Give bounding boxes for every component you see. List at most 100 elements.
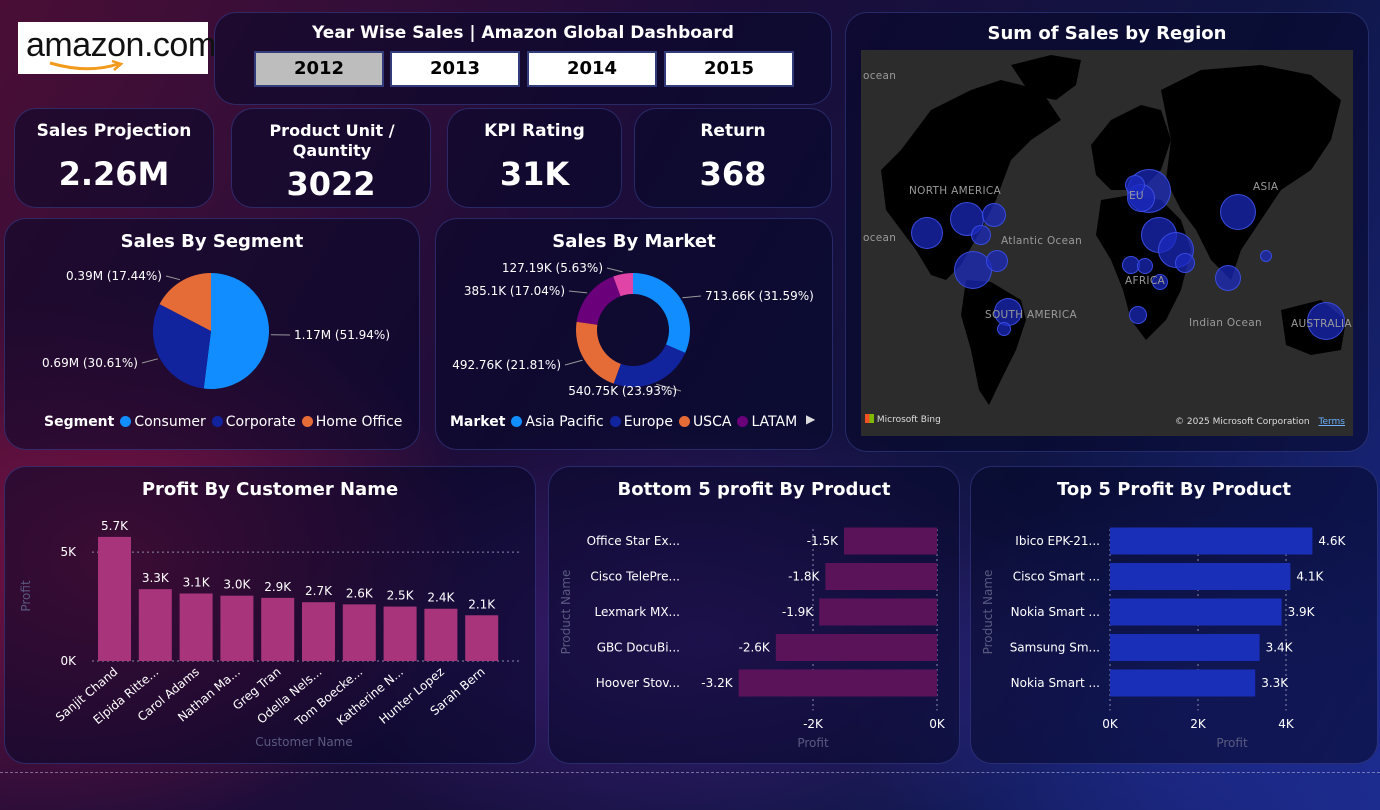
map-label: EU <box>1129 190 1144 202</box>
top5-bar-chart[interactable]: 0K 2K 4K Ibico EPK-21... 4.6K Cisco Smart ...… <box>970 466 1378 764</box>
donut-slice <box>613 344 686 387</box>
bar <box>342 604 376 661</box>
copyright-text: © 2025 Microsoft Corporation <box>1175 417 1310 427</box>
data-label: -2.6K <box>739 641 771 655</box>
amazon-logo: amazon.com <box>18 22 216 74</box>
x-tick-label: 0K <box>929 717 946 731</box>
sales-bubble[interactable] <box>1220 194 1256 230</box>
legend-item[interactable]: Europe <box>624 414 673 430</box>
bar <box>220 595 254 661</box>
sales-bubble[interactable] <box>1215 265 1241 291</box>
legend-item[interactable]: LATAM <box>751 414 797 430</box>
y-tick-label: Hoover Stov... <box>596 676 680 690</box>
data-label: -3.2K <box>701 676 733 690</box>
y-tick-label: GBC DocuBi... <box>597 641 680 655</box>
sales-bubble[interactable] <box>911 217 943 249</box>
legend-dot <box>120 416 132 427</box>
year-button-2013[interactable]: 2013 <box>390 51 520 87</box>
legend-title: Segment <box>44 414 115 430</box>
y-tick-label: Lexmark MX... <box>594 605 680 619</box>
bar <box>302 602 335 661</box>
data-label: 3.1K <box>183 576 211 590</box>
kpi-title: KPI Rating <box>484 121 585 141</box>
bottom5-bar-chart[interactable]: -2K 0K Office Star Ex... -1.5K Cisco TelePre… <box>548 466 960 764</box>
bar <box>138 589 172 661</box>
sales-bubble[interactable] <box>986 250 1008 272</box>
x-tick-label: 0K <box>1102 717 1119 731</box>
legend-item[interactable]: Home Office <box>316 414 403 430</box>
customer-bar-chart[interactable]: 0K5K5.7KSanjit Chand3.3KElpida Ritte...3… <box>4 466 536 764</box>
year-button-2015[interactable]: 2015 <box>664 51 794 87</box>
map-label: Atlantic Ocean <box>1001 235 1083 247</box>
map-label: AFRICA <box>1125 275 1165 287</box>
y-tick-label: Nokia Smart ... <box>1011 676 1100 690</box>
bar <box>424 608 458 661</box>
logo-smile-icon <box>49 60 124 71</box>
data-label: 540.75K (23.93%) <box>568 384 677 398</box>
year-button-2014[interactable]: 2014 <box>527 51 657 87</box>
sales-bubble[interactable] <box>1137 258 1153 274</box>
bing-text: Microsoft Bing <box>876 415 941 425</box>
market-legend: Market Asia Pacific Europe USCA LATAM <box>450 414 797 430</box>
legend-dot <box>211 416 223 427</box>
legend-dot <box>678 416 690 427</box>
sales-bubble[interactable] <box>1260 250 1272 262</box>
sales-bubble[interactable] <box>971 225 991 245</box>
data-label: 127.19K (5.63%) <box>502 261 603 275</box>
data-label: -1.8K <box>788 570 820 584</box>
x-axis-title: Profit <box>1216 736 1248 750</box>
legend-next-icon[interactable]: ▶ <box>806 412 815 426</box>
y-tick-label: Nokia Smart ... <box>1011 605 1100 619</box>
map-label: ocean <box>863 70 897 82</box>
year-button-2012[interactable]: 2012 <box>254 51 384 87</box>
donut-slice <box>576 276 621 325</box>
data-label: -1.5K <box>807 534 839 548</box>
data-label: -1.9K <box>782 605 814 619</box>
world-map[interactable]: NORTH AMERICA ASIA Atlantic Ocean SOUTH … <box>861 50 1353 436</box>
leader-line <box>682 295 702 299</box>
bar <box>819 598 937 626</box>
data-label: 3.4K <box>1266 641 1294 655</box>
legend-item[interactable]: Corporate <box>226 414 296 430</box>
map-title: Sum of Sales by Region <box>987 23 1227 44</box>
bar <box>261 597 295 661</box>
y-axis-title: Product Name <box>559 570 573 655</box>
terms-link[interactable]: Terms <box>1318 417 1345 427</box>
legend-title: Market <box>450 414 506 430</box>
bar <box>844 527 937 555</box>
data-label: 492.76K (21.81%) <box>452 358 561 372</box>
y-tick-label: Cisco TelePre... <box>590 570 680 584</box>
data-label: 385.1K (17.04%) <box>464 284 565 298</box>
kpi-card-sales-projection: Sales Projection 2.26M <box>14 108 214 208</box>
bar <box>179 593 213 661</box>
data-label: 2.4K <box>427 591 455 605</box>
kpi-title: Return <box>700 121 766 141</box>
data-label: 2.6K <box>346 586 374 600</box>
bing-logo: Microsoft Bing <box>865 414 941 425</box>
legend-item[interactable]: Asia Pacific <box>525 414 603 430</box>
x-tick-label: 2K <box>1190 717 1207 731</box>
data-label: 0.69M (30.61%) <box>42 356 138 370</box>
legend-dot <box>511 416 523 427</box>
sales-bubble[interactable] <box>1175 253 1195 273</box>
bar <box>98 536 131 661</box>
kpi-card-product-units: Product Unit / Qauntity 3022 <box>231 108 431 208</box>
donut-slice <box>633 273 690 353</box>
kpi-title: Sales Projection <box>36 121 192 141</box>
y-tick-label: Samsung Sm... <box>1010 641 1100 655</box>
y-tick-label: 5K <box>60 545 77 559</box>
bar <box>1110 669 1256 697</box>
donut-slice <box>576 321 621 384</box>
legend-dot <box>737 416 749 427</box>
pie-slice <box>203 273 269 389</box>
x-axis-title: Profit <box>797 736 829 750</box>
map-label: AUSTRALIA <box>1291 318 1352 330</box>
sales-bubble[interactable] <box>997 322 1011 336</box>
bar <box>1110 563 1291 590</box>
legend-item[interactable]: Consumer <box>134 414 205 430</box>
bar <box>775 634 937 661</box>
legend-item[interactable]: USCA <box>693 414 732 430</box>
sales-bubble[interactable] <box>982 203 1006 227</box>
sales-bubble[interactable] <box>1129 306 1147 324</box>
leader-line <box>564 359 583 366</box>
